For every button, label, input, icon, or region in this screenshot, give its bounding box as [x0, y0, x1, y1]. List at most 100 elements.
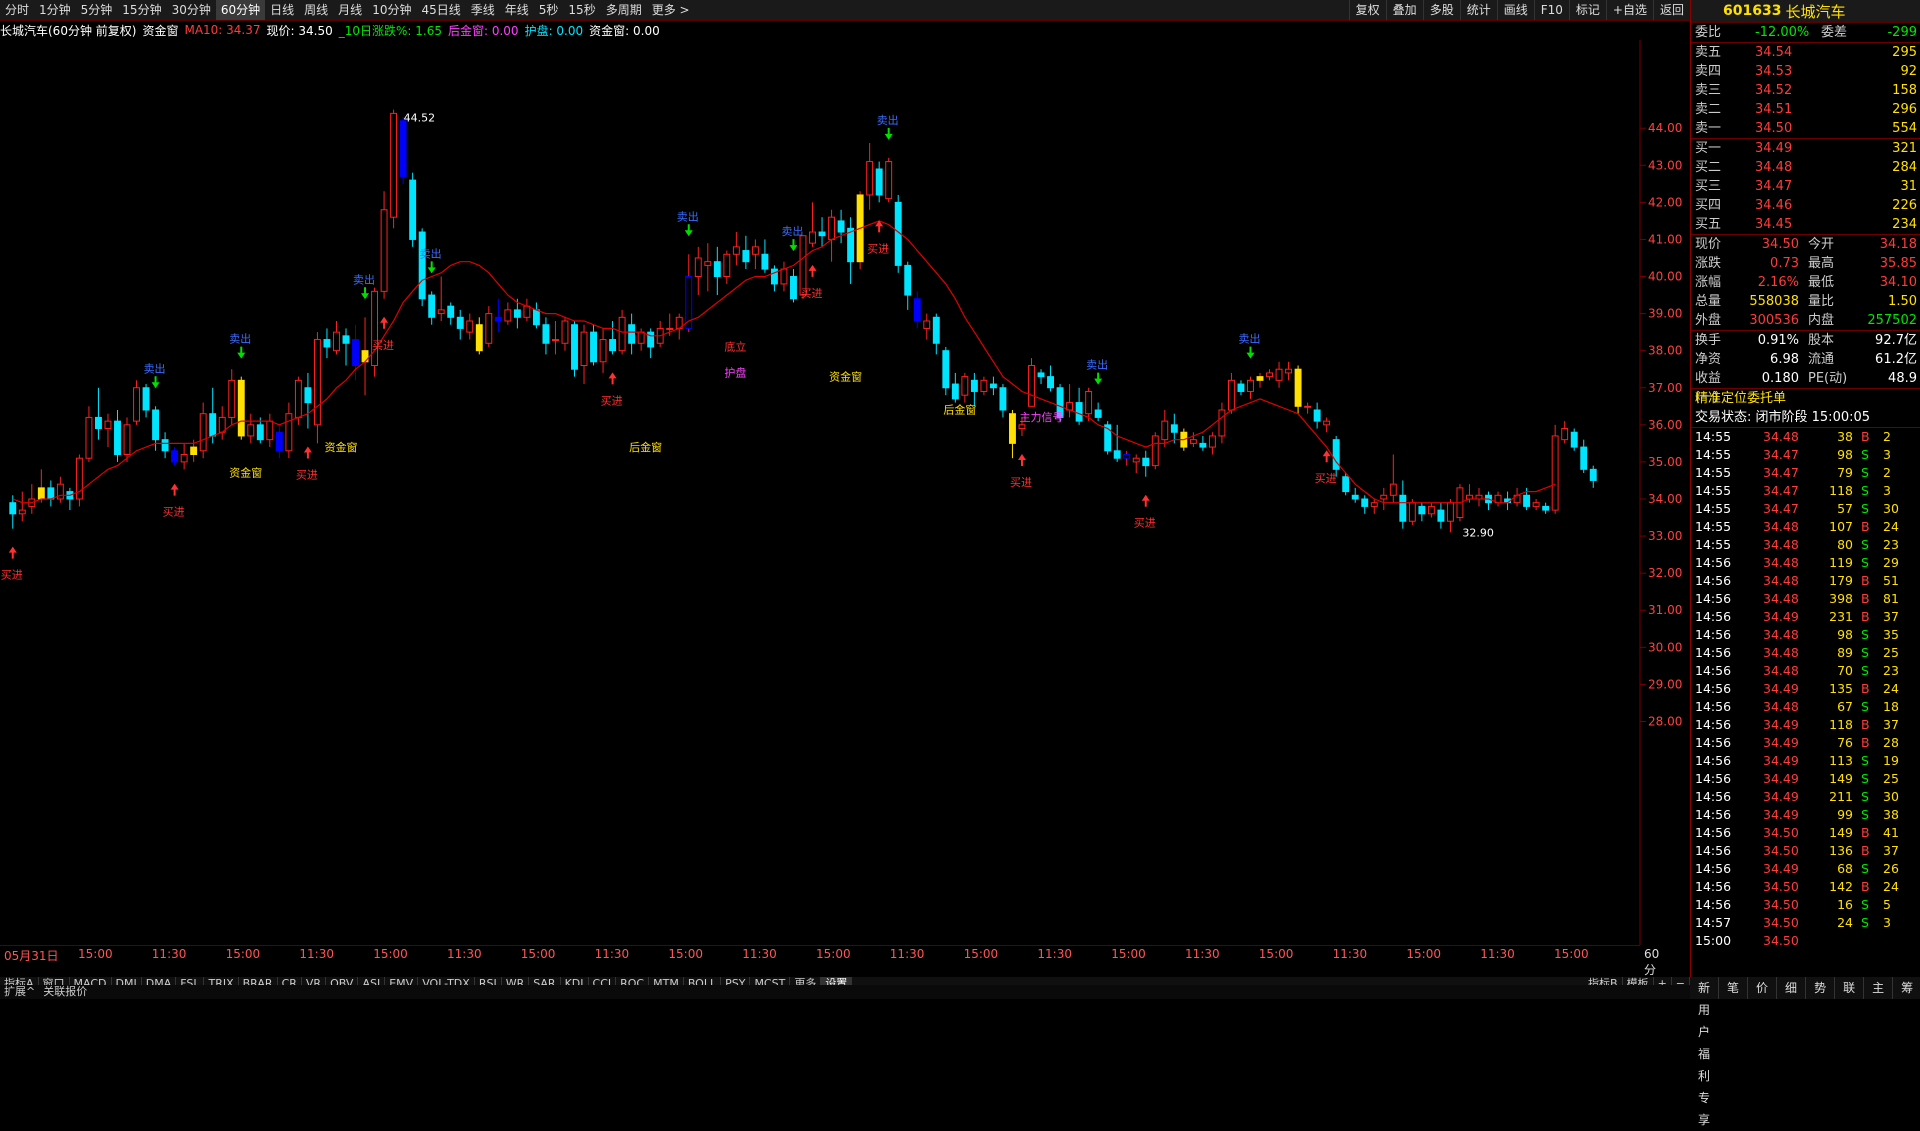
period-tab[interactable]: 15秒	[563, 0, 600, 20]
tick-volume: 76	[1837, 735, 1853, 750]
y-tick-label: 44.00	[1648, 121, 1682, 135]
indicator-name[interactable]: 资金窗	[142, 22, 178, 39]
tick-count: 30	[1883, 789, 1899, 804]
extension-button[interactable]: 关联报价	[39, 985, 91, 999]
toolbar-button[interactable]: +自选	[1605, 0, 1653, 20]
toolbar-button[interactable]: 多股	[1422, 0, 1460, 20]
signal-label: 护盘	[724, 366, 746, 380]
ask-row: 卖四 34.53 92	[1691, 62, 1920, 81]
sell-arrow-icon	[237, 346, 246, 359]
tick-time: 14:55	[1695, 537, 1732, 552]
toolbar-button[interactable]: 返回	[1652, 0, 1690, 20]
tick-price: 34.49	[1763, 807, 1799, 822]
candle-body	[923, 320, 931, 329]
quote-bottom-tab[interactable]: 势	[1806, 977, 1836, 999]
high-price-label: 44.52	[404, 112, 436, 125]
toolbar-button[interactable]: 叠加	[1385, 0, 1423, 20]
tick-volume: 57	[1837, 501, 1853, 516]
x-tick-label: 11:30	[1185, 947, 1220, 961]
toolbar-button[interactable]: F10	[1533, 0, 1569, 20]
x-tick-label: 15:00	[1258, 947, 1294, 961]
candle-body	[1351, 494, 1359, 500]
y-tick-label: 36.00	[1648, 418, 1682, 432]
tick-side: S	[1861, 807, 1869, 822]
period-tab[interactable]: 5秒	[534, 0, 564, 20]
tick-count: 38	[1883, 807, 1899, 822]
tick-volume: 113	[1829, 753, 1853, 768]
period-tab[interactable]: 60分钟	[215, 0, 266, 20]
period-tab[interactable]: 日线	[265, 0, 299, 20]
period-tab[interactable]: 月线	[333, 0, 367, 20]
quote-bottom-tab[interactable]: 细	[1777, 977, 1807, 999]
y-tick-label: 35.00	[1648, 455, 1682, 469]
candle-body	[1580, 446, 1588, 470]
candle-body	[1304, 405, 1312, 408]
toolbar-button[interactable]: 复权	[1348, 0, 1386, 20]
sell-arrow-icon	[151, 376, 160, 389]
y-tick-label: 42.00	[1648, 195, 1682, 209]
period-tab[interactable]: 多周期	[601, 0, 647, 20]
panel-title[interactable]: 精准定位委托单	[1691, 389, 1920, 408]
low-price-label: 32.90	[1462, 526, 1494, 539]
period-tab[interactable]: 30分钟	[167, 0, 216, 20]
tick-volume: 98	[1837, 627, 1853, 642]
y-tick-label: 37.00	[1648, 381, 1682, 395]
candle-body	[1285, 368, 1293, 374]
toolbar-button[interactable]: 统计	[1459, 0, 1497, 20]
tick-time: 14:56	[1695, 753, 1732, 768]
ask-volume: 296	[1892, 102, 1917, 117]
period-tab[interactable]: 季线	[466, 0, 500, 20]
period-tab[interactable]: 更多 >	[647, 0, 695, 20]
stat-value: 2.16%	[1757, 275, 1799, 290]
quote-bottom-tab[interactable]: 筹	[1893, 977, 1920, 999]
period-tab[interactable]: 分时	[0, 0, 34, 20]
toolbar-button[interactable]: 画线	[1496, 0, 1534, 20]
candle-body	[552, 339, 559, 342]
tick-side: S	[1861, 897, 1869, 912]
candle-body	[237, 379, 245, 437]
quote-bottom-tab[interactable]: 主	[1864, 977, 1894, 999]
period-tab[interactable]: 年线	[500, 0, 534, 20]
x-tick-label: 15:00	[963, 947, 999, 961]
candle-body	[1551, 435, 1559, 511]
signal-label: 卖出	[229, 332, 251, 346]
tick-time: 14:56	[1695, 897, 1732, 912]
bid-volume: 321	[1892, 141, 1917, 156]
quote-bottom-tab[interactable]: 笔	[1719, 977, 1749, 999]
period-tab[interactable]: 周线	[299, 0, 333, 20]
tick-time: 14:56	[1695, 825, 1732, 840]
candlestick-chart[interactable]: 44.00 43.00 42.00 41.00 40.00 39.00 38.00 37.00…	[0, 40, 1690, 945]
candle-body	[152, 409, 160, 441]
tick-price: 34.50	[1763, 933, 1799, 948]
buy-arrow-icon	[608, 372, 617, 385]
stat-label: 现价	[1695, 237, 1722, 252]
candle-body	[352, 339, 359, 367]
tick-time: 14:56	[1695, 681, 1732, 696]
stat-label: 今开	[1808, 237, 1835, 252]
period-tab[interactable]: 45日线	[416, 0, 465, 20]
tick-time: 14:56	[1695, 645, 1732, 660]
quote-bottom-tab[interactable]: 价	[1748, 977, 1778, 999]
ask-volume: 92	[1900, 64, 1917, 79]
tick-side: B	[1861, 591, 1870, 606]
signal-label: 后金窗	[629, 440, 662, 454]
quote-bottom-tab[interactable]: 联	[1835, 977, 1865, 999]
stat-row: 收益(一) 0.180 PE(动) 48.9	[1691, 369, 1920, 405]
tick-time: 14:56	[1695, 843, 1732, 858]
quote-bottom-tab[interactable]: 新用户福利专享	[1690, 977, 1720, 1127]
signal-label: 卖出	[420, 246, 442, 260]
tick-time: 14:56	[1695, 789, 1732, 804]
period-tab[interactable]: 10分钟	[367, 0, 416, 20]
tick-time: 14:55	[1695, 519, 1732, 534]
extension-button[interactable]: 扩展^	[0, 985, 39, 999]
bid-label: 买三	[1695, 179, 1722, 194]
candle-body	[399, 120, 407, 177]
toolbar-button[interactable]: 标记	[1568, 0, 1606, 20]
period-tab[interactable]: 1分钟	[34, 0, 76, 20]
candle-body	[256, 424, 264, 441]
tick-count: 30	[1883, 501, 1899, 516]
candle-body	[114, 420, 121, 455]
period-tab[interactable]: 15分钟	[117, 0, 166, 20]
candle-body	[304, 387, 312, 404]
period-tab[interactable]: 5分钟	[76, 0, 118, 20]
